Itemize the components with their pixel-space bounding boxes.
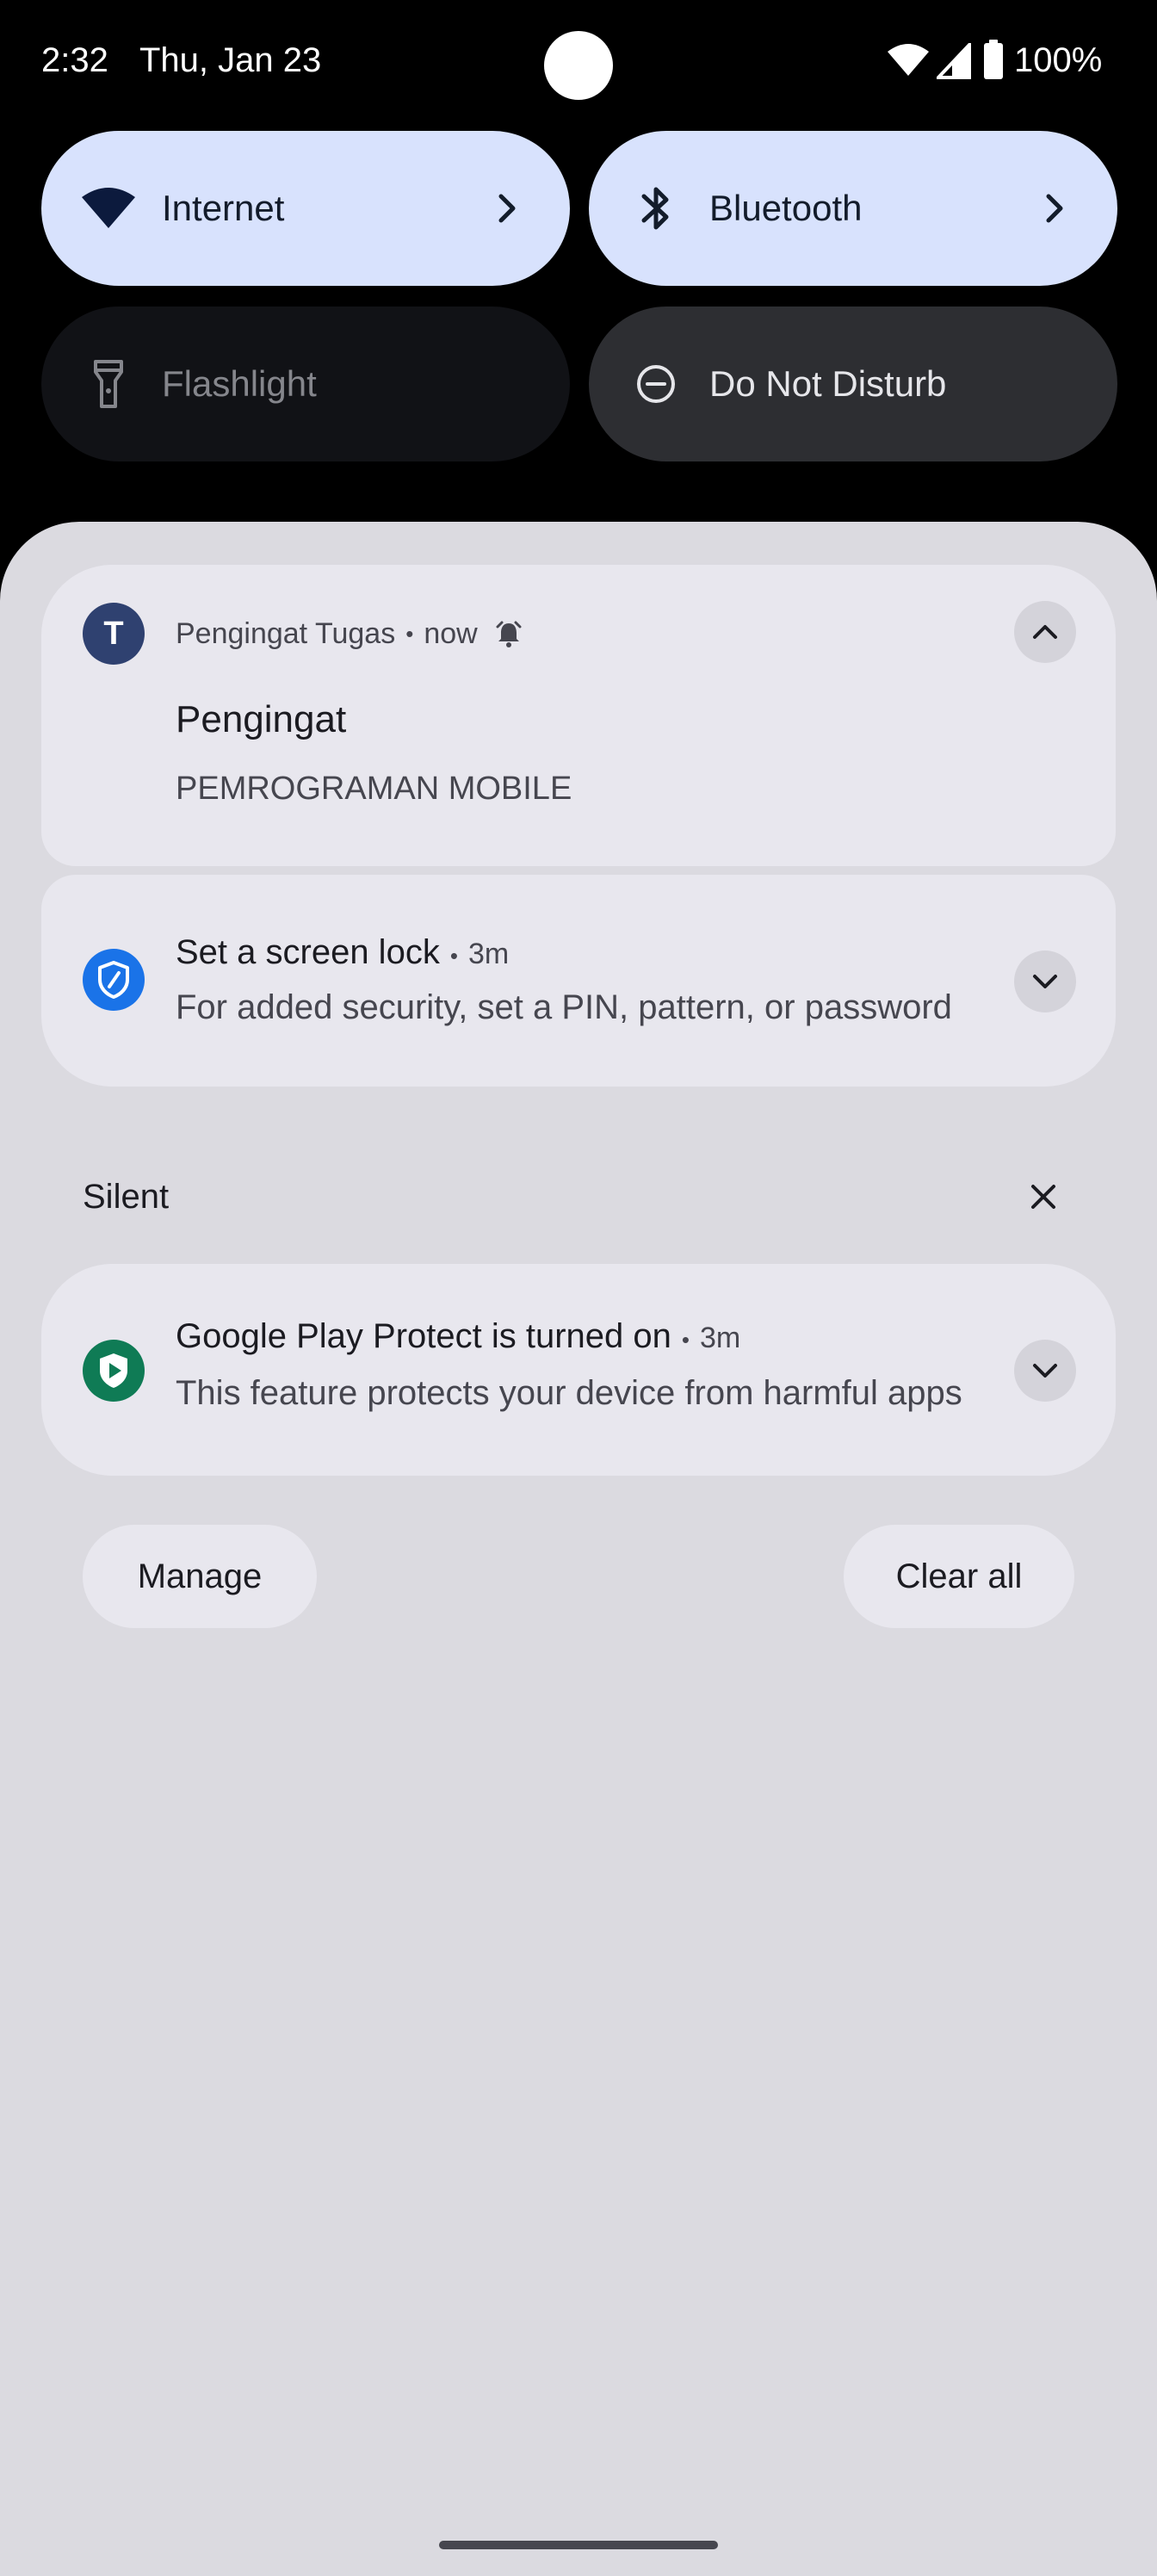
collapse-button[interactable] [1014,601,1076,663]
app-name: Pengingat Tugas [176,617,396,650]
notification-title: Set a screen lock [176,933,440,971]
notification-time: 3m [700,1322,741,1354]
notification-header: Pengingat Tugas • now [176,615,524,653]
do-not-disturb-tile[interactable]: Do Not Disturb [589,307,1117,461]
home-indicator[interactable] [439,2541,718,2549]
alarm-bell-icon [496,621,522,647]
notification-title: Google Play Protect is turned on [176,1317,671,1355]
do-not-disturb-label: Do Not Disturb [709,363,947,404]
notification-text: For added security, set a PIN, pattern, … [176,988,952,1026]
notification-time: now [424,617,478,650]
manage-button[interactable]: Manage [83,1525,317,1628]
expand-button[interactable] [1014,1340,1076,1402]
chevron-down-icon [1033,975,1057,988]
separator-dot: • [681,1327,690,1353]
notification-play-protect[interactable]: Google Play Protect is turned on • 3m Th… [41,1264,1116,1476]
bluetooth-tile[interactable]: Bluetooth [589,131,1117,286]
chevron-up-icon [1033,625,1057,639]
notification-screen-lock[interactable]: Set a screen lock • 3m For added securit… [41,875,1116,1087]
bluetooth-icon [628,181,684,236]
status-date: Thu, Jan 23 [139,41,322,79]
app-avatar: T [83,603,145,665]
notification-header: Set a screen lock • 3m [176,933,509,972]
expand-button[interactable] [1014,951,1076,1012]
flashlight-icon [81,356,136,412]
play-protect-icon [83,1340,145,1402]
silent-section-label: Silent [83,1178,170,1216]
notification-pengingat[interactable]: T Pengingat Tugas • now Pengingat PEMROG… [41,565,1116,866]
chevron-right-icon [1046,194,1063,223]
notification-text: PEMROGRAMAN MOBILE [176,771,572,807]
notification-text: This feature protects your device from h… [176,1374,962,1412]
close-icon[interactable] [1023,1176,1064,1217]
chevron-right-icon [498,194,516,223]
flashlight-tile[interactable]: Flashlight [41,307,570,461]
do-not-disturb-icon [628,356,684,412]
notification-title: Pengingat [176,698,347,740]
notification-header: Google Play Protect is turned on • 3m [176,1317,740,1356]
shield-icon [83,949,145,1011]
camera-cutout [544,31,613,100]
status-time: 2:32 [41,41,108,79]
battery-icon [984,40,1003,79]
separator-dot: • [449,943,458,969]
wifi-icon [888,44,929,76]
notification-time: 3m [467,938,510,970]
bluetooth-label: Bluetooth [709,188,863,228]
internet-tile[interactable]: Internet [41,131,570,286]
flashlight-label: Flashlight [162,363,317,404]
app-avatar-letter: T [103,615,124,652]
clear-all-button[interactable]: Clear all [844,1525,1074,1628]
wifi-icon [81,181,136,236]
chevron-down-icon [1033,1364,1057,1378]
internet-label: Internet [162,188,285,228]
separator-dot: • [405,621,414,647]
battery-level: 100% [1014,41,1103,79]
signal-icon [937,43,971,79]
